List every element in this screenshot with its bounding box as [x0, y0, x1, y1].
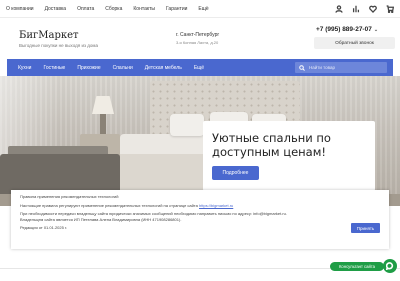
nav-item-more[interactable]: Ещё [194, 65, 204, 71]
policy-notice: Правила применения рекомендательных техн… [11, 190, 389, 249]
top-bar: О компании Доставка Оплата Сборка Контак… [0, 0, 400, 18]
callback-button[interactable]: Обратный звонок [314, 37, 395, 49]
search-input[interactable]: Найти товар [295, 62, 387, 73]
chevron-down-icon: ⌄ [373, 27, 379, 33]
store-address: 3-я Конная Лахта, д.20 [176, 40, 219, 45]
nav-item-living-rooms[interactable]: Гостиные [43, 65, 65, 71]
hero-details-button[interactable]: Подробнее [212, 166, 259, 180]
hero-title: Уютные спальни по доступным ценам! [212, 131, 331, 159]
notice-line3: Владельцем сайта является ИП Петелава Ал… [20, 216, 182, 222]
top-icons [335, 0, 395, 18]
nav-item-hallways[interactable]: Прихожие [77, 65, 100, 71]
search-icon [299, 64, 305, 71]
nav-item-bedrooms[interactable]: Спальни [113, 65, 133, 71]
chat-icon [386, 262, 394, 270]
notice-heading: Правила применения рекомендательных техн… [20, 194, 119, 199]
nav-item-kids-furniture[interactable]: Детская мебель [145, 65, 182, 71]
notice-line1: Настоящие правила регулируют применение … [20, 202, 198, 208]
phone-text: +7 (995) 889-27-07 [316, 26, 372, 33]
chat-button[interactable] [383, 259, 397, 273]
top-nav-assembly[interactable]: Сборка [105, 6, 122, 12]
header: БигМаркет Выгодные покупки не выходя из … [0, 18, 400, 58]
hero-pillow [170, 114, 204, 136]
tagline: Выгодные покупки не выходя из дома [19, 43, 98, 48]
notice-link[interactable]: https://bigmarket.ru [199, 203, 233, 208]
top-nav-contacts[interactable]: Контакты [133, 6, 155, 12]
top-nav-warranty[interactable]: Гарантии [166, 6, 187, 12]
nav-item-kitchens[interactable]: Кухни [18, 65, 31, 71]
phone-number[interactable]: +7 (995) 889-27-07 ⌄ [316, 26, 378, 33]
notice-text: Настоящие правила регулируют применение … [20, 203, 380, 209]
main-nav: Кухни Гостиные Прихожие Спальни Детская … [7, 59, 393, 76]
heart-icon[interactable] [369, 0, 377, 18]
top-nav-delivery[interactable]: Доставка [45, 6, 66, 12]
top-nav-about[interactable]: О компании [6, 6, 34, 12]
top-nav: О компании Доставка Оплата Сборка Контак… [6, 6, 209, 12]
logo[interactable]: БигМаркет [19, 30, 79, 41]
notice-edition: Редакция от 01.01.2025 г. [20, 225, 68, 231]
consultant-label[interactable]: Консультант сайта [330, 262, 384, 271]
accept-button[interactable]: Принять [351, 223, 380, 233]
top-nav-more[interactable]: Ещё [198, 6, 208, 12]
hero-lamp-base [100, 114, 106, 134]
user-icon[interactable] [335, 0, 343, 18]
hero-promo-card: Уютные спальни по доступным ценам! Подро… [203, 121, 375, 191]
top-nav-payment[interactable]: Оплата [77, 6, 94, 12]
search-placeholder: Найти товар [309, 65, 335, 70]
cart-icon[interactable] [386, 0, 395, 18]
compare-icon[interactable] [352, 0, 360, 18]
city-selector[interactable]: г. Санкт-Петербург [176, 32, 219, 38]
